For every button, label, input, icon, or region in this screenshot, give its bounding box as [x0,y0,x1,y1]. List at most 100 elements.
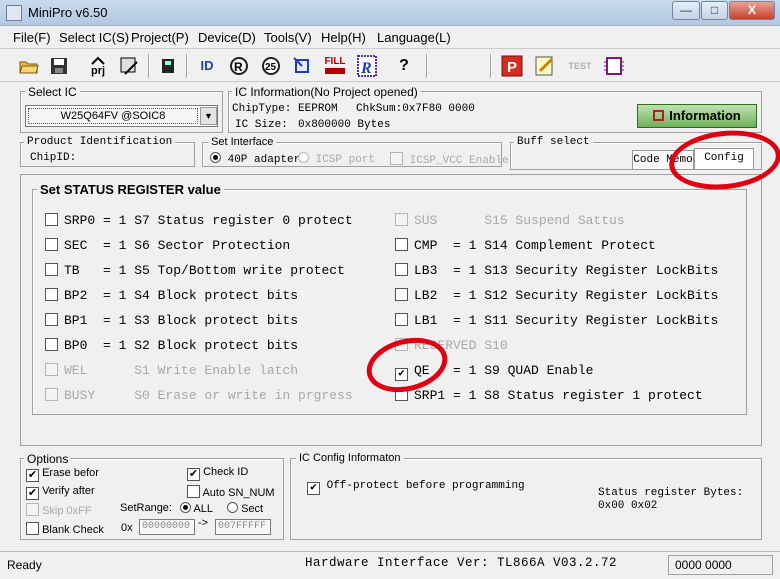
menu-select-ic[interactable]: Select IC(S) [59,30,129,45]
register-checkbox[interactable] [395,213,408,226]
close-button[interactable]: X [729,1,775,20]
checkbox-blank-check[interactable] [26,522,39,535]
right-row[interactable]: LB1 = 1 S11 Security Register LockBits [395,313,718,328]
menu-tools[interactable]: Tools(V) [264,30,312,45]
right-row[interactable]: CMP = 1 S14 Complement Protect [395,238,656,253]
menu-language[interactable]: Language(L) [377,30,451,45]
sr-bytes-value: 0x00 0x02 [598,500,658,512]
left-row[interactable]: SRP0 = 1 S7 Status register 0 protect [45,213,353,228]
left-row[interactable]: SEC = 1 S6 Sector Protection [45,238,290,253]
register-checkbox[interactable] [395,388,408,401]
project-icon[interactable]: prj [84,52,112,79]
interface-title: Set Interface [208,136,277,148]
open-folder-icon[interactable] [15,52,43,79]
radio-40p[interactable] [210,152,221,163]
tab-code-memo[interactable]: Code Memo [632,150,694,170]
range-all-option[interactable]: ALL [180,502,213,515]
register-label: SUS S15 Suspend Sattus [414,213,625,228]
register-checkbox[interactable] [395,238,408,251]
menu-file[interactable]: File(F) [13,30,51,45]
register-checkbox[interactable] [395,263,408,276]
help-icon[interactable]: ? [390,52,418,79]
range-start-input[interactable]: 00000000 [139,519,195,535]
fill-icon[interactable]: FILL [321,52,349,79]
project-p-icon[interactable]: P [498,52,526,79]
register-checkbox[interactable] [395,313,408,326]
radio-range-sect[interactable] [227,502,238,513]
right-row[interactable]: LB2 = 1 S12 Security Register LockBits [395,288,718,303]
menu-help[interactable]: Help(H) [321,30,366,45]
register-checkbox[interactable] [45,363,58,376]
app-icon [6,5,22,21]
register-checkbox[interactable] [395,338,408,351]
menu-project[interactable]: Project(P) [131,30,189,45]
icsp-vcc-checkbox[interactable]: ICSP_VCC Enable [390,152,509,167]
radio-range-all[interactable] [180,502,191,513]
left-row[interactable]: BP2 = 1 S4 Block protect bits [45,288,298,303]
right-row[interactable]: SUS S15 Suspend Sattus [395,213,625,228]
toolbar-separator [186,54,188,78]
maximize-button[interactable]: □ [701,1,728,20]
left-row[interactable]: BUSY S0 Erase or write in prgress [45,388,353,403]
write-chip-icon[interactable] [289,52,317,79]
right-row[interactable]: ✔ QE = 1 S9 QUAD Enable [395,363,593,381]
register-label: LB1 = 1 S11 Security Register LockBits [414,313,719,328]
register-checkbox[interactable]: ✔ [395,368,408,381]
register-checkbox[interactable] [45,313,58,326]
hardware-version: Hardware Interface Ver: TL866A V03.2.72 [305,556,618,570]
right-row[interactable]: RESERVED S10 [395,338,508,353]
right-row[interactable]: LB3 = 1 S13 Security Register LockBits [395,263,718,278]
left-row[interactable]: WEL S1 Write Enable latch [45,363,298,378]
read-id-icon[interactable]: ID [193,52,221,79]
test-icon[interactable]: TEST [566,52,594,79]
verify-icon[interactable]: 25 [257,52,285,79]
checkbox-skip-ff[interactable] [26,503,39,516]
register-checkbox[interactable] [45,388,58,401]
checkbox-icsp-vcc[interactable] [390,152,403,165]
radio-icsp[interactable] [298,152,309,163]
register-checkbox[interactable] [45,288,58,301]
buff-select-title: Buff select [514,136,593,148]
checkbox-verify-after[interactable]: ✔ [26,487,39,500]
blank-check-checkbox[interactable]: Blank Check [26,522,104,536]
selected-ic: W25Q64FV @SOIC8 [28,108,198,124]
verify-after-checkbox[interactable]: ✔ Verify after [26,485,95,500]
register-checkbox[interactable] [395,288,408,301]
range-sect-option[interactable]: Sect [227,502,263,515]
left-row[interactable]: TB = 1 S5 Top/Bottom write protect [45,263,345,278]
checkbox-auto-sn[interactable] [187,485,200,498]
program-r-icon[interactable]: R [353,52,381,79]
chip-icon[interactable] [154,52,182,79]
chevron-down-icon[interactable]: ▼ [200,107,217,125]
checkbox-erase-before[interactable]: ✔ [26,469,39,482]
chip-test-icon[interactable] [600,52,628,79]
left-row[interactable]: BP0 = 1 S2 Block protect bits [45,338,298,353]
svg-text:R: R [360,60,372,77]
register-checkbox[interactable] [45,263,58,276]
skip-ff-checkbox[interactable]: Skip 0xFF [26,503,92,517]
left-row[interactable]: BP1 = 1 S3 Block protect bits [45,313,298,328]
interface-40p-option[interactable]: 40P adapter [210,152,300,166]
tab-config[interactable]: Config [694,148,754,170]
edit-icon[interactable] [531,52,559,79]
erase-before-checkbox[interactable]: ✔ Erase befor [26,467,99,482]
menu-device[interactable]: Device(D) [198,30,256,45]
interface-icsp-option[interactable]: ICSP port [298,152,375,166]
chip-icon [653,110,665,121]
register-checkbox[interactable] [45,338,58,351]
range-end-input[interactable]: 007FFFFF [215,519,271,535]
auto-sn-checkbox[interactable]: Auto SN_NUM [187,485,275,499]
register-checkbox[interactable] [45,213,58,226]
ic-select-combo[interactable]: W25Q64FV @SOIC8 ▼ [25,105,218,127]
check-id-checkbox[interactable]: ✔ Check ID [187,466,248,481]
off-protect-checkbox[interactable]: ✔ Off-protect before programming [307,480,525,495]
right-row[interactable]: SRP1 = 1 S8 Status register 1 protect [395,388,703,403]
read-chip-icon[interactable]: R [225,52,253,79]
checkbox-check-id[interactable]: ✔ [187,468,200,481]
save-icon[interactable] [45,52,73,79]
register-checkbox[interactable] [45,238,58,251]
minimize-button[interactable]: — [672,1,700,20]
checkbox-off-protect[interactable]: ✔ [307,482,320,495]
information-button[interactable]: Information [637,104,757,128]
save-project-icon[interactable] [116,52,144,79]
